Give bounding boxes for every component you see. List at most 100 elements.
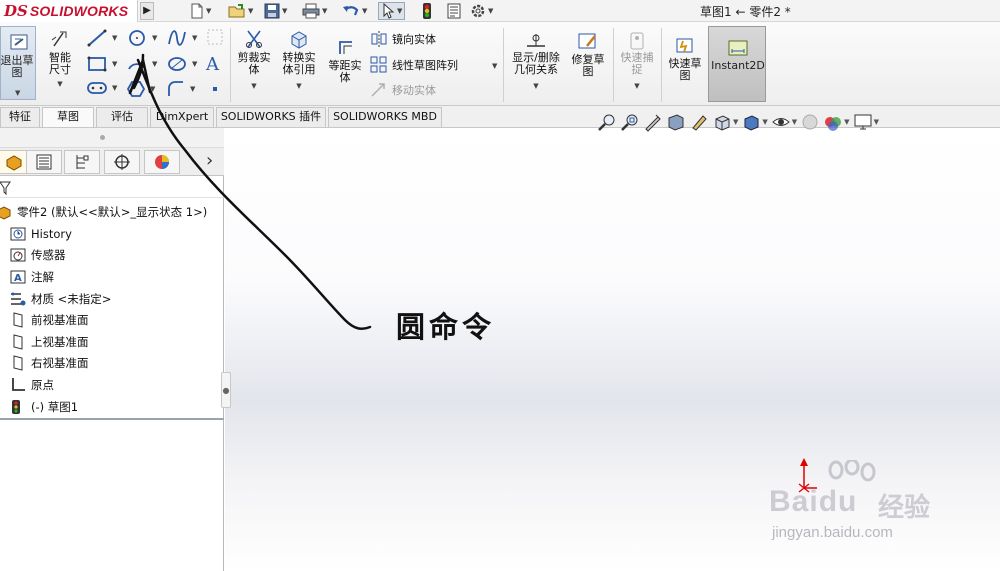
menu-expand-button[interactable]: ▶ (140, 2, 154, 20)
logo-prefix: DS (4, 2, 28, 20)
heads-up-view-toolbar: ▼ ▼ ▼ ▼ ▼ (597, 110, 879, 134)
feature-tree-icon (6, 155, 22, 171)
view-settings-button[interactable]: ▼ (853, 112, 879, 132)
svg-text:A: A (14, 273, 22, 284)
dimxpert-manager-tab[interactable] (104, 150, 140, 174)
appearance-icon (802, 114, 818, 130)
pattern-dropdown[interactable]: ▼ (492, 62, 497, 70)
display-style-button[interactable]: ▼ (741, 112, 768, 132)
ribbon-separator (230, 28, 231, 102)
rapid-sketch-icon (676, 38, 693, 53)
slot-icon (87, 82, 107, 94)
property-manager-tab[interactable] (26, 150, 62, 174)
quick-snaps-button[interactable]: 快速捕捉 ▼ (617, 32, 657, 92)
ellipse-tool-button[interactable]: ▼ (166, 54, 197, 74)
tree-item-front-plane[interactable]: 前视基准面 (10, 310, 89, 330)
select-button[interactable]: ▼ (378, 2, 406, 20)
mirror-icon (371, 31, 387, 47)
tree-item-label: (-) 草图1 (31, 400, 79, 414)
display-style-icon (744, 115, 759, 131)
tab-sketch[interactable]: 草图 (42, 107, 94, 127)
previous-view-button[interactable] (643, 112, 663, 132)
rectangle-tool-button[interactable]: ▼ (86, 54, 117, 74)
slot-tool-button[interactable]: ▼ (86, 80, 117, 96)
tree-item-label: 上视基准面 (31, 335, 89, 349)
apply-scene-button[interactable]: ▼ (823, 112, 850, 132)
arc-tool-button[interactable]: ▼ (126, 54, 157, 74)
instant2d-button[interactable]: Instant2D (708, 26, 766, 102)
print-button[interactable]: ▼ (302, 2, 327, 20)
tree-item-history[interactable]: History (10, 224, 72, 244)
view-orientation-button[interactable]: ▼ (712, 112, 738, 132)
point-icon (213, 87, 217, 91)
point-tool-button[interactable] (210, 84, 224, 94)
spline-tool-button[interactable]: ▼ (166, 28, 197, 48)
exit-sketch-dropdown[interactable]: ▼ (15, 89, 20, 97)
edit-appearance-button[interactable] (800, 112, 820, 132)
fillet-tool-button[interactable]: ▼ (166, 80, 195, 98)
tree-item-origin[interactable]: 原点 (10, 375, 54, 395)
tab-solidworks-addins[interactable]: SOLIDWORKS 插件 (216, 107, 326, 127)
watermark-brand-part1: Bai (769, 485, 819, 518)
exit-sketch-button[interactable]: 退出草图 ▼ (0, 26, 36, 100)
tree-item-top-plane[interactable]: 上视基准面 (10, 332, 89, 352)
trim-entities-button[interactable]: 剪裁实体 ▼ (234, 28, 274, 92)
tree-item-part[interactable]: 零件2 (默认<<默认>_显示状态 1>) (0, 202, 207, 222)
tab-features[interactable]: 特征 (0, 107, 40, 127)
repair-sketch-button[interactable]: 修复草图 (568, 32, 608, 78)
rebuild-button[interactable] (422, 2, 432, 20)
save-button[interactable]: ▼ (264, 2, 287, 20)
display-relations-button[interactable]: 显示/删除几何关系 ▼ (508, 32, 564, 92)
solidworks-logo[interactable]: DS SOLIDWORKS (0, 0, 138, 22)
tab-evaluate[interactable]: 评估 (96, 107, 148, 127)
smart-dimension-button[interactable]: 智能尺寸 ▼ (40, 28, 80, 90)
panel-collapse-handle[interactable]: ● (221, 372, 231, 408)
traffic-light-icon (423, 3, 431, 19)
file-properties-button[interactable] (446, 2, 462, 20)
tree-item-right-plane[interactable]: 右视基准面 (10, 353, 89, 373)
polygon-tool-button[interactable]: ▼ (126, 80, 155, 98)
filter-icon[interactable] (0, 181, 12, 195)
print-icon (302, 3, 320, 19)
text-tool-button[interactable]: A (206, 54, 219, 75)
tree-item-material[interactable]: 材质 <未指定> (10, 289, 111, 309)
property-manager-icon (36, 154, 52, 170)
expand-tabs-arrow[interactable]: › (206, 150, 213, 171)
annotation-icon: A (10, 270, 26, 284)
sketch-icon (12, 400, 20, 414)
open-button[interactable]: ▼ (228, 2, 253, 20)
watermark-url: jingyan.baidu.com (772, 524, 893, 541)
configuration-manager-tab[interactable] (64, 150, 100, 174)
convert-icon (291, 31, 307, 49)
zoom-to-fit-button[interactable] (597, 112, 617, 132)
circle-tool-button[interactable]: ▼ (126, 28, 157, 48)
quick-snaps-icon (630, 32, 644, 50)
rapid-sketch-button[interactable]: 快速草图 (665, 36, 705, 82)
section-view-button[interactable] (666, 112, 686, 132)
tree-item-annotations[interactable]: A 注解 (10, 267, 54, 287)
surface-sketch-button[interactable] (206, 28, 228, 46)
mirror-entities-button[interactable]: 镜向实体 (370, 30, 436, 48)
line-tool-button[interactable]: ▼ (86, 28, 117, 48)
panel-grip-dot[interactable] (100, 135, 105, 140)
new-document-button[interactable]: ▼ (190, 2, 211, 20)
save-icon (264, 3, 280, 19)
zoom-to-area-button[interactable] (620, 112, 640, 132)
display-manager-tab[interactable] (144, 150, 180, 174)
tab-solidworks-mbd[interactable]: SOLIDWORKS MBD (328, 107, 442, 127)
sketch-picture-icon (207, 29, 223, 45)
linear-pattern-button[interactable]: 线性草图阵列 (370, 56, 458, 74)
tree-item-sketch1[interactable]: (-) 草图1 (10, 397, 78, 417)
options-button[interactable]: ▼ (470, 2, 493, 20)
tree-item-sensors[interactable]: 传感器 (10, 245, 66, 265)
undo-button[interactable]: ▼ (342, 2, 367, 20)
offset-entities-button[interactable]: 等距实体 (325, 36, 365, 84)
hide-show-items-button[interactable]: ▼ (771, 112, 797, 132)
move-icon (371, 83, 385, 97)
tab-dimxpert[interactable]: DimXpert (150, 107, 214, 127)
dynamic-annotation-button[interactable] (689, 112, 709, 132)
tree-item-label: 前视基准面 (31, 313, 89, 327)
convert-entities-button[interactable]: 转换实体引用 ▼ (278, 28, 320, 92)
move-entities-button[interactable]: 移动实体 (370, 82, 436, 98)
panel-header (0, 128, 224, 148)
